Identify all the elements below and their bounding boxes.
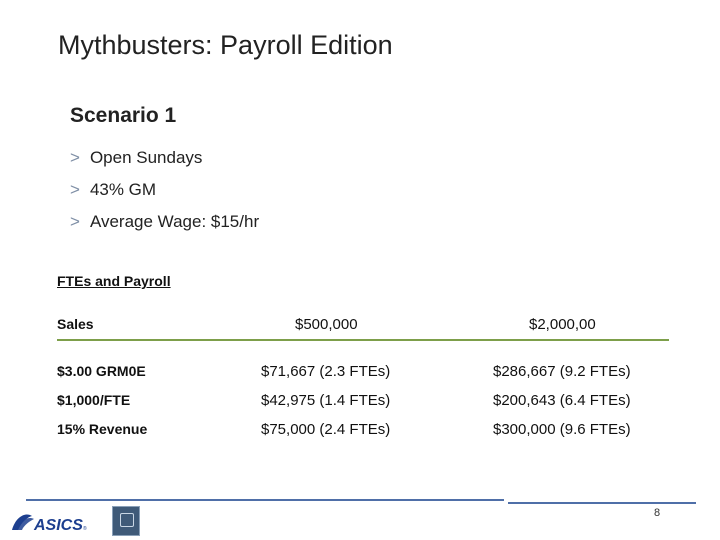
svg-text:®: ®: [83, 525, 87, 532]
badge-emblem-icon: [120, 513, 134, 527]
table-row: 15% Revenue $75,000 (2.4 FTEs) $300,000 …: [57, 417, 669, 445]
bullet-text: 43% GM: [89, 180, 157, 199]
brand-badge-icon: [112, 506, 140, 536]
bullet-marker: >: [70, 212, 80, 231]
table-header-row: Sales $500,000 $2,000,00: [57, 309, 669, 341]
header-cell-col3: $2,000,00: [529, 316, 596, 333]
bullet-list: > Open Sundays >43% GM > Average Wage: $15…: [70, 142, 259, 238]
svg-text:ASICS: ASICS: [33, 517, 83, 534]
bullet-item: > Average Wage: $15/hr: [70, 206, 259, 238]
row-label: 15% Revenue: [57, 421, 148, 437]
row-value: $286,667 (9.2 FTEs): [493, 363, 631, 380]
bullet-marker: >: [70, 148, 80, 167]
table-row: $3.00 GRM0E $71,667 (2.3 FTEs) $286,667 …: [57, 359, 669, 387]
bullet-text: Average Wage: $15/hr: [89, 212, 260, 231]
page-number: 8: [654, 507, 661, 519]
header-cell-col2: $500,000: [295, 316, 358, 333]
asics-logo: ASICS ®: [12, 514, 87, 534]
bullet-item: > Open Sundays: [70, 142, 259, 174]
scenario-heading: Scenario 1: [70, 104, 177, 127]
row-label: $3.00 GRM0E: [57, 363, 146, 379]
bullet-item: >43% GM: [70, 174, 259, 206]
row-value: $71,667 (2.3 FTEs): [261, 363, 391, 380]
bullet-marker: >: [70, 180, 80, 199]
header-cell-sales: Sales: [57, 316, 94, 332]
row-value: $200,643 (6.4 FTEs): [493, 392, 631, 409]
table-section-label: FTEs and Payroll: [57, 273, 171, 289]
footer-divider-right: [508, 502, 696, 504]
slide-title: Mythbusters: Payroll Edition: [58, 30, 393, 60]
row-value: $300,000 (9.6 FTEs): [493, 421, 631, 438]
bullet-text: Open Sundays: [89, 148, 203, 167]
row-value: $42,975 (1.4 FTEs): [261, 392, 391, 409]
row-label: $1,000/FTE: [57, 392, 131, 408]
table-row: $1,000/FTE $42,975 (1.4 FTEs) $200,643 (…: [57, 388, 669, 416]
footer-divider-left: [26, 499, 504, 501]
row-value: $75,000 (2.4 FTEs): [261, 421, 391, 438]
